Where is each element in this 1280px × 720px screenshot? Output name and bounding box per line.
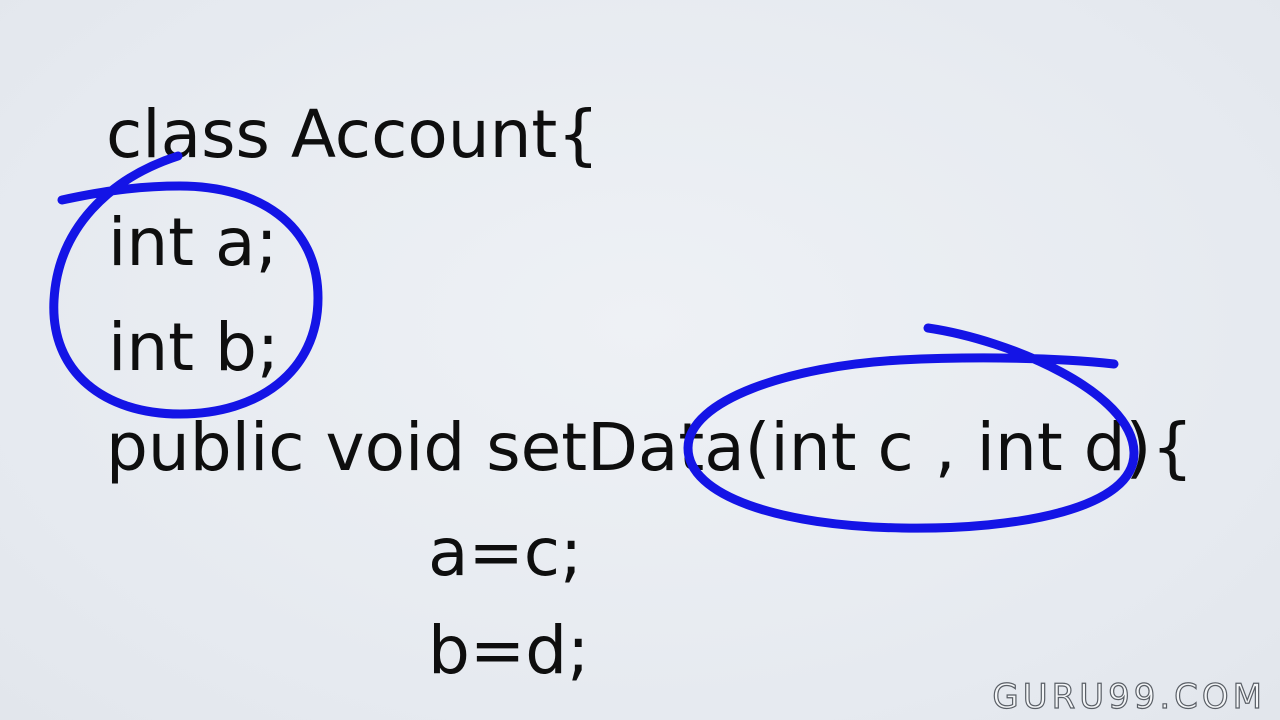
code-line-class-declaration: class Account{ <box>106 96 600 173</box>
code-line-field-a: int a; <box>108 204 278 281</box>
code-line-field-b: int b; <box>108 309 280 386</box>
code-line-method-signature: public void setData(int c , int d){ <box>106 409 1194 486</box>
code-line-assign-b: b=d; <box>428 612 590 689</box>
lesson-slide: class Account{ int a; int b; public void… <box>0 0 1280 720</box>
site-watermark: GURU99.COM <box>992 677 1266 717</box>
code-line-assign-a: a=c; <box>428 514 583 591</box>
